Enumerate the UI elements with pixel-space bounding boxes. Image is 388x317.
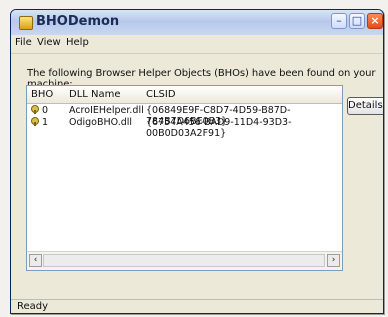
menu-help[interactable]: Help bbox=[66, 37, 89, 48]
scroll-left-button[interactable]: ‹ bbox=[29, 254, 42, 267]
key-icon bbox=[31, 117, 39, 126]
main-window: BHODemon – □ × File View Help The follow… bbox=[10, 9, 384, 314]
minimize-button[interactable]: – bbox=[331, 13, 347, 29]
header-clsid: CLSID bbox=[146, 89, 176, 100]
status-text: Ready bbox=[17, 301, 49, 312]
menu-help-label: Help bbox=[66, 37, 89, 48]
table-header: BHO DLL Name CLSID bbox=[27, 86, 342, 104]
maximize-button[interactable]: □ bbox=[349, 13, 365, 29]
menu-bar: File View Help bbox=[11, 35, 383, 54]
header-dll-name: DLL Name bbox=[69, 89, 121, 100]
bho-cell: 1 bbox=[42, 117, 49, 128]
window-controls: – □ × bbox=[331, 13, 383, 31]
status-bar: Ready bbox=[11, 299, 383, 313]
close-button[interactable]: × bbox=[367, 13, 383, 29]
bho-list[interactable]: BHO DLL Name CLSID 0 AcroIEHelper.dll {0… bbox=[26, 85, 343, 271]
window-title: BHODemon bbox=[36, 14, 120, 29]
details-button[interactable]: Details... bbox=[347, 97, 383, 115]
table-row[interactable]: 0 AcroIEHelper.dll {06849E9F-C8D7-4D59-B… bbox=[27, 105, 342, 127]
scroll-right-button[interactable]: › bbox=[327, 254, 340, 267]
bho-cell: 0 bbox=[42, 105, 49, 116]
table-row[interactable]: 1 OdigoBHO.dll {6754A456-BAD9-11D4-93D3-… bbox=[27, 117, 342, 139]
header-bho: BHO bbox=[31, 89, 54, 100]
menu-view-label: View bbox=[37, 37, 61, 48]
menu-view[interactable]: View bbox=[37, 37, 61, 48]
key-icon bbox=[31, 105, 39, 114]
dll-cell: AcroIEHelper.dll bbox=[69, 105, 144, 116]
menu-file-label: File bbox=[15, 37, 32, 48]
menu-file[interactable]: File bbox=[15, 37, 32, 48]
clsid-cell: {6754A456-BAD9-11D4-93D3-00B0D03A2F91} bbox=[146, 117, 292, 139]
scrollbar-thumb[interactable] bbox=[43, 254, 325, 267]
horizontal-scrollbar[interactable]: ‹ › bbox=[27, 251, 342, 270]
title-bar[interactable]: BHODemon – □ × bbox=[11, 10, 383, 36]
dll-cell: OdigoBHO.dll bbox=[69, 117, 133, 128]
app-icon bbox=[19, 16, 33, 30]
